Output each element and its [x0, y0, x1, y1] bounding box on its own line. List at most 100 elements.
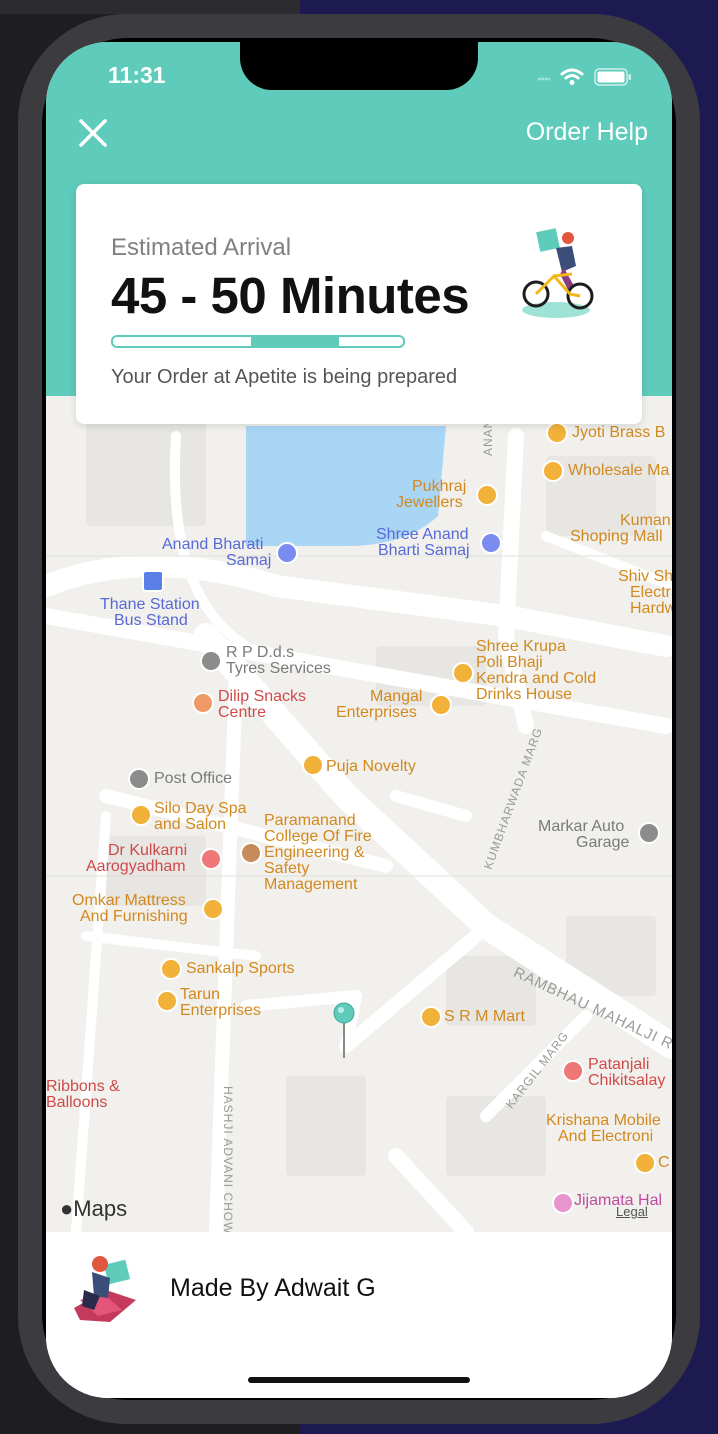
- place-label: Centre: [218, 704, 267, 721]
- apple-logo-icon: ●: [60, 1196, 74, 1221]
- place-icon: [276, 542, 298, 564]
- place-label: Omkar Mattress: [72, 892, 186, 909]
- legal-link[interactable]: Legal: [616, 1204, 648, 1219]
- place-label: Shree Anand: [376, 526, 469, 543]
- place-label: Sankalp Sports: [186, 960, 295, 977]
- delivery-app-logo-icon: [74, 1256, 136, 1322]
- shop-icon: [156, 990, 178, 1012]
- place-label: Thane Station: [100, 596, 200, 613]
- eta-progress-fill: [251, 337, 339, 346]
- place-label: Pukhraj: [412, 478, 467, 495]
- bus-stop-icon: [142, 570, 164, 592]
- place-label: Enterprises: [336, 704, 417, 721]
- delivery-rider-icon: [522, 228, 594, 318]
- shop-icon: [476, 484, 498, 506]
- hospital-icon: [562, 1060, 584, 1082]
- place-label: C: [658, 1154, 670, 1171]
- place-label: And Furnishing: [80, 908, 188, 925]
- place-label: Shree Krupa: [476, 638, 566, 655]
- place-label: Drinks House: [476, 686, 573, 703]
- maps-attribution: Maps: [73, 1196, 128, 1221]
- cellular-signal-icon: [538, 77, 550, 81]
- road-label: HASHJI ADVANI CHOW: [221, 1086, 235, 1232]
- shop-icon: [160, 958, 182, 980]
- place-label: Aarogyadham: [86, 858, 186, 875]
- place-icon: [552, 1192, 574, 1214]
- car-service-icon: [638, 822, 660, 844]
- order-status-text: Your Order at Apetite is being prepared: [111, 366, 458, 388]
- place-label: Paramanand: [264, 812, 356, 829]
- wifi-icon: [560, 68, 584, 85]
- notch: [240, 42, 478, 90]
- eta-value: 45 - 50 Minutes: [111, 267, 470, 324]
- place-label: Shiv Sh: [618, 568, 672, 585]
- app-screen: 11:31 Order Help Estimated Arrival 45 - …: [46, 42, 672, 1398]
- battery-icon: [594, 68, 631, 86]
- place-label: Patanjali: [588, 1056, 650, 1073]
- footer-credit: Made By Adwait G: [170, 1274, 376, 1302]
- restaurant-icon: [192, 692, 214, 714]
- place-label: Electr: [630, 584, 671, 601]
- home-indicator[interactable]: [248, 1377, 470, 1383]
- place-label: Markar Auto: [538, 818, 625, 835]
- shop-icon: [430, 694, 452, 716]
- place-label: Poli Bhaji: [476, 654, 543, 671]
- place-label: Engineering &: [264, 844, 365, 861]
- place-label: Tarun: [180, 986, 221, 1003]
- place-label: Shoping Mall: [570, 528, 663, 545]
- place-label: Krishana Mobile: [546, 1112, 661, 1129]
- place-label: Kuman: [620, 512, 671, 529]
- place-label: Dr Kulkarni: [108, 842, 188, 859]
- car-service-icon: [200, 650, 222, 672]
- place-label: Post Office: [154, 770, 232, 787]
- place-label: Jewellers: [396, 494, 463, 511]
- place-label: and Salon: [154, 816, 227, 833]
- post-office-icon: [128, 768, 150, 790]
- place-label: Bus Stand: [114, 612, 188, 629]
- shop-icon: [302, 754, 324, 776]
- eta-progress-bar: [111, 335, 405, 348]
- place-label: Safety: [264, 860, 310, 877]
- place-label: S R M Mart: [444, 1008, 525, 1025]
- place-label: And Electroni: [558, 1128, 654, 1145]
- place-label: Mangal: [370, 688, 423, 705]
- shop-icon: [130, 804, 152, 826]
- place-label: Management: [264, 876, 358, 893]
- editor-top-bar: [0, 0, 300, 14]
- shop-icon: [542, 460, 564, 482]
- map-view[interactable]: Jyoti Brass B Wholesale Ma Pukhraj Jewel…: [46, 396, 672, 1232]
- shop-icon: [546, 422, 568, 444]
- order-help-button[interactable]: Order Help: [526, 118, 648, 147]
- shop-icon: [202, 898, 224, 920]
- place-label: Wholesale Ma: [568, 462, 670, 479]
- place-label: Enterprises: [180, 1002, 261, 1019]
- place-label: Samaj: [226, 552, 272, 569]
- place-label: Dilip Snacks: [218, 688, 307, 705]
- place-label: Jyoti Brass B: [572, 424, 666, 441]
- place-label: Silo Day Spa: [154, 800, 247, 817]
- eta-label: Estimated Arrival: [111, 234, 292, 261]
- place-label: Puja Novelty: [326, 758, 416, 775]
- place-label: Garage: [576, 834, 630, 851]
- close-icon[interactable]: [76, 116, 110, 150]
- location-pin-icon[interactable]: [330, 1000, 360, 1062]
- footer: Made By Adwait G: [46, 1232, 672, 1398]
- place-label: Hardw: [630, 600, 672, 617]
- place-label: College Of Fire: [264, 828, 372, 845]
- status-time: 11:31: [108, 62, 166, 88]
- place-label: Kendra and Cold: [476, 670, 597, 687]
- shop-icon: [452, 662, 474, 684]
- place-label: R P D.d.s: [226, 644, 295, 661]
- eta-card: Estimated Arrival 45 - 50 Minutes Your O…: [76, 184, 642, 424]
- place-label: Tyres Services: [226, 660, 331, 677]
- apple-maps-logo: ●Maps: [60, 1196, 127, 1222]
- shop-icon: [634, 1152, 656, 1174]
- place-icon: [480, 532, 502, 554]
- place-label: Bharti Samaj: [378, 542, 470, 559]
- hospital-icon: [200, 848, 222, 870]
- college-icon: [240, 842, 262, 864]
- shop-icon: [420, 1006, 442, 1028]
- place-label: Chikitsalay: [588, 1072, 666, 1089]
- place-label: Anand Bharati: [162, 536, 264, 553]
- place-label: Ribbons &: [46, 1078, 120, 1095]
